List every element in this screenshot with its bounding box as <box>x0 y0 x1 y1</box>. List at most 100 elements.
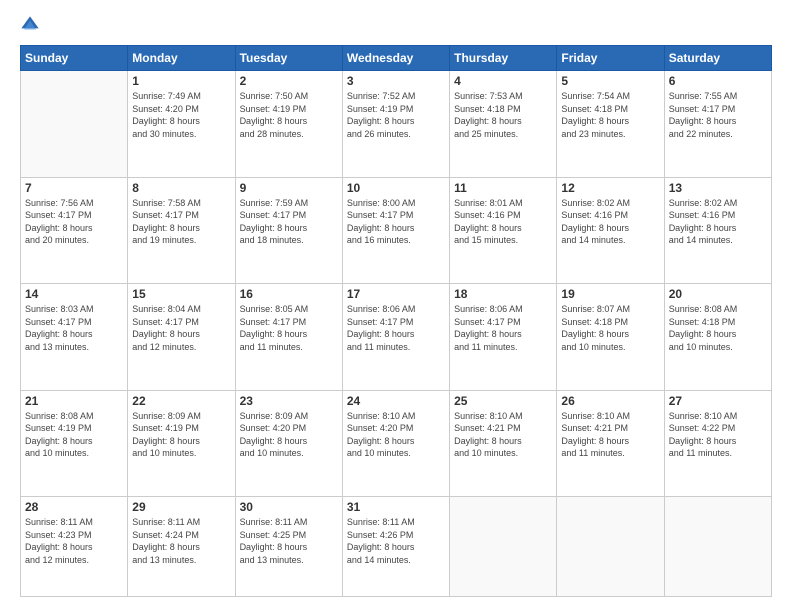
calendar-cell: 30 Sunrise: 8:11 AM Sunset: 4:25 PM Dayli… <box>235 497 342 597</box>
day-info: Sunrise: 7:58 AM Sunset: 4:17 PM Dayligh… <box>132 197 230 247</box>
day-number: 13 <box>669 181 767 195</box>
calendar-cell: 18 Sunrise: 8:06 AM Sunset: 4:17 PM Dayli… <box>450 284 557 391</box>
calendar-cell: 13 Sunrise: 8:02 AM Sunset: 4:16 PM Dayli… <box>664 177 771 284</box>
day-info: Sunrise: 8:10 AM Sunset: 4:21 PM Dayligh… <box>454 410 552 460</box>
page: SundayMondayTuesdayWednesdayThursdayFrid… <box>0 0 792 612</box>
day-number: 12 <box>561 181 659 195</box>
day-info: Sunrise: 8:11 AM Sunset: 4:23 PM Dayligh… <box>25 516 123 566</box>
calendar-cell: 19 Sunrise: 8:07 AM Sunset: 4:18 PM Dayli… <box>557 284 664 391</box>
day-number: 1 <box>132 74 230 88</box>
day-number: 29 <box>132 500 230 514</box>
day-info: Sunrise: 8:09 AM Sunset: 4:20 PM Dayligh… <box>240 410 338 460</box>
day-number: 18 <box>454 287 552 301</box>
calendar-cell: 17Sunrise: 8:06 AM Sunset: 4:17 PM Dayli… <box>342 284 449 391</box>
day-number: 26 <box>561 394 659 408</box>
calendar-table: SundayMondayTuesdayWednesdayThursdayFrid… <box>20 45 772 597</box>
weekday-header: Friday <box>557 46 664 71</box>
calendar-cell <box>557 497 664 597</box>
calendar-cell: 8 Sunrise: 7:58 AM Sunset: 4:17 PM Daylig… <box>128 177 235 284</box>
day-info: Sunrise: 7:50 AM Sunset: 4:19 PM Dayligh… <box>240 90 338 140</box>
day-info: Sunrise: 8:11 AM Sunset: 4:24 PM Dayligh… <box>132 516 230 566</box>
day-number: 16 <box>240 287 338 301</box>
calendar-week-row: 7Sunrise: 7:56 AM Sunset: 4:17 PM Daylig… <box>21 177 772 284</box>
weekday-header-row: SundayMondayTuesdayWednesdayThursdayFrid… <box>21 46 772 71</box>
calendar-cell: 14 Sunrise: 8:03 AM Sunset: 4:17 PM Dayli… <box>21 284 128 391</box>
day-info: Sunrise: 7:49 AM Sunset: 4:20 PM Dayligh… <box>132 90 230 140</box>
weekday-header: Tuesday <box>235 46 342 71</box>
day-info: Sunrise: 8:08 AM Sunset: 4:18 PM Dayligh… <box>669 303 767 353</box>
day-number: 20 <box>669 287 767 301</box>
weekday-header: Thursday <box>450 46 557 71</box>
logo-icon <box>20 15 40 35</box>
calendar-cell: 25 Sunrise: 8:10 AM Sunset: 4:21 PM Dayli… <box>450 390 557 497</box>
calendar-cell <box>21 71 128 178</box>
day-info: Sunrise: 8:02 AM Sunset: 4:16 PM Dayligh… <box>561 197 659 247</box>
calendar-cell: 23 Sunrise: 8:09 AM Sunset: 4:20 PM Dayli… <box>235 390 342 497</box>
day-info: Sunrise: 8:10 AM Sunset: 4:22 PM Dayligh… <box>669 410 767 460</box>
day-number: 10 <box>347 181 445 195</box>
day-info: Sunrise: 7:55 AM Sunset: 4:17 PM Dayligh… <box>669 90 767 140</box>
calendar-cell: 5 Sunrise: 7:54 AM Sunset: 4:18 PM Daylig… <box>557 71 664 178</box>
day-number: 23 <box>240 394 338 408</box>
day-info: Sunrise: 8:04 AM Sunset: 4:17 PM Dayligh… <box>132 303 230 353</box>
calendar-cell: 16 Sunrise: 8:05 AM Sunset: 4:17 PM Dayli… <box>235 284 342 391</box>
calendar-cell: 15Sunrise: 8:04 AM Sunset: 4:17 PM Dayli… <box>128 284 235 391</box>
calendar-cell: 7Sunrise: 7:56 AM Sunset: 4:17 PM Daylig… <box>21 177 128 284</box>
day-info: Sunrise: 8:00 AM Sunset: 4:17 PM Dayligh… <box>347 197 445 247</box>
day-number: 3 <box>347 74 445 88</box>
day-info: Sunrise: 8:02 AM Sunset: 4:16 PM Dayligh… <box>669 197 767 247</box>
calendar-week-row: 1 Sunrise: 7:49 AM Sunset: 4:20 PM Daylig… <box>21 71 772 178</box>
day-info: Sunrise: 7:54 AM Sunset: 4:18 PM Dayligh… <box>561 90 659 140</box>
calendar-cell: 20 Sunrise: 8:08 AM Sunset: 4:18 PM Dayli… <box>664 284 771 391</box>
calendar-cell: 3 Sunrise: 7:52 AM Sunset: 4:19 PM Daylig… <box>342 71 449 178</box>
day-number: 30 <box>240 500 338 514</box>
calendar-week-row: 21Sunrise: 8:08 AM Sunset: 4:19 PM Dayli… <box>21 390 772 497</box>
day-info: Sunrise: 8:06 AM Sunset: 4:17 PM Dayligh… <box>347 303 445 353</box>
logo <box>20 15 42 35</box>
calendar-week-row: 14 Sunrise: 8:03 AM Sunset: 4:17 PM Dayli… <box>21 284 772 391</box>
day-number: 25 <box>454 394 552 408</box>
day-info: Sunrise: 8:11 AM Sunset: 4:26 PM Dayligh… <box>347 516 445 566</box>
calendar-week-row: 28 Sunrise: 8:11 AM Sunset: 4:23 PM Dayli… <box>21 497 772 597</box>
day-info: Sunrise: 8:11 AM Sunset: 4:25 PM Dayligh… <box>240 516 338 566</box>
calendar-cell <box>664 497 771 597</box>
day-number: 5 <box>561 74 659 88</box>
calendar-cell: 6 Sunrise: 7:55 AM Sunset: 4:17 PM Daylig… <box>664 71 771 178</box>
day-info: Sunrise: 8:05 AM Sunset: 4:17 PM Dayligh… <box>240 303 338 353</box>
day-number: 9 <box>240 181 338 195</box>
weekday-header: Monday <box>128 46 235 71</box>
day-info: Sunrise: 8:01 AM Sunset: 4:16 PM Dayligh… <box>454 197 552 247</box>
day-number: 19 <box>561 287 659 301</box>
calendar-cell: 24Sunrise: 8:10 AM Sunset: 4:20 PM Dayli… <box>342 390 449 497</box>
calendar-cell: 22 Sunrise: 8:09 AM Sunset: 4:19 PM Dayli… <box>128 390 235 497</box>
day-number: 28 <box>25 500 123 514</box>
day-info: Sunrise: 8:06 AM Sunset: 4:17 PM Dayligh… <box>454 303 552 353</box>
calendar-cell: 21Sunrise: 8:08 AM Sunset: 4:19 PM Dayli… <box>21 390 128 497</box>
day-info: Sunrise: 7:56 AM Sunset: 4:17 PM Dayligh… <box>25 197 123 247</box>
day-info: Sunrise: 8:09 AM Sunset: 4:19 PM Dayligh… <box>132 410 230 460</box>
day-number: 24 <box>347 394 445 408</box>
day-info: Sunrise: 8:07 AM Sunset: 4:18 PM Dayligh… <box>561 303 659 353</box>
weekday-header: Wednesday <box>342 46 449 71</box>
calendar-cell: 10 Sunrise: 8:00 AM Sunset: 4:17 PM Dayli… <box>342 177 449 284</box>
day-number: 8 <box>132 181 230 195</box>
day-number: 11 <box>454 181 552 195</box>
day-info: Sunrise: 8:03 AM Sunset: 4:17 PM Dayligh… <box>25 303 123 353</box>
day-number: 14 <box>25 287 123 301</box>
weekday-header: Sunday <box>21 46 128 71</box>
header <box>20 15 772 35</box>
day-number: 6 <box>669 74 767 88</box>
calendar-cell: 2 Sunrise: 7:50 AM Sunset: 4:19 PM Daylig… <box>235 71 342 178</box>
day-number: 22 <box>132 394 230 408</box>
day-info: Sunrise: 7:52 AM Sunset: 4:19 PM Dayligh… <box>347 90 445 140</box>
day-info: Sunrise: 8:08 AM Sunset: 4:19 PM Dayligh… <box>25 410 123 460</box>
calendar-cell: 28 Sunrise: 8:11 AM Sunset: 4:23 PM Dayli… <box>21 497 128 597</box>
day-number: 2 <box>240 74 338 88</box>
calendar-cell: 11 Sunrise: 8:01 AM Sunset: 4:16 PM Dayli… <box>450 177 557 284</box>
day-info: Sunrise: 7:59 AM Sunset: 4:17 PM Dayligh… <box>240 197 338 247</box>
calendar-cell: 26 Sunrise: 8:10 AM Sunset: 4:21 PM Dayli… <box>557 390 664 497</box>
day-info: Sunrise: 8:10 AM Sunset: 4:21 PM Dayligh… <box>561 410 659 460</box>
calendar-cell: 31Sunrise: 8:11 AM Sunset: 4:26 PM Dayli… <box>342 497 449 597</box>
calendar-cell: 1 Sunrise: 7:49 AM Sunset: 4:20 PM Daylig… <box>128 71 235 178</box>
calendar-cell: 12 Sunrise: 8:02 AM Sunset: 4:16 PM Dayli… <box>557 177 664 284</box>
